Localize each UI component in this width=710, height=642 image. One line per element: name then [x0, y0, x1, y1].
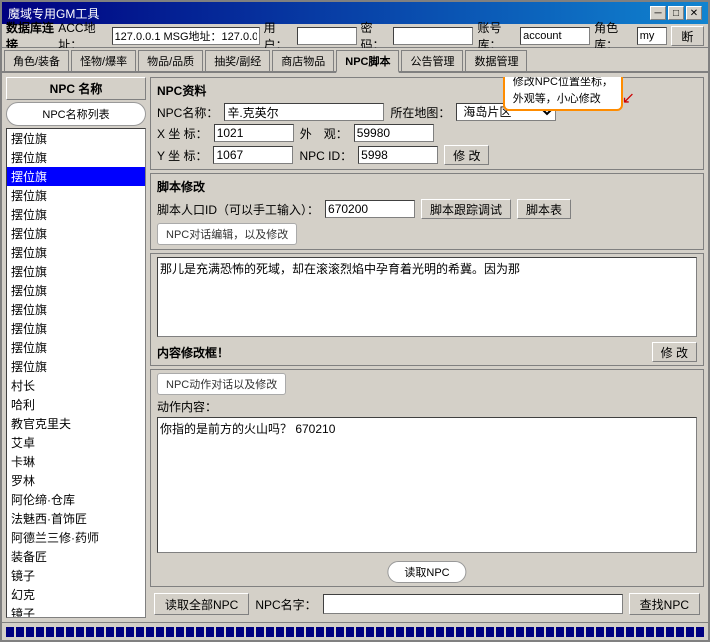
npc-list-panel: NPC 名称 NPC名称列表 摆位旗 摆位旗 摆位旗 摆位旗 摆位旗 摆位旗 摆… — [6, 77, 146, 618]
appearance-label: 外 观： — [300, 125, 348, 142]
npc-list-header: NPC 名称 — [6, 77, 146, 100]
npc-item[interactable]: 摆位旗 — [7, 224, 145, 243]
script-table-button[interactable]: 脚本表 — [517, 199, 571, 219]
account-input[interactable] — [520, 27, 590, 45]
disconnect-button[interactable]: 断开 — [671, 26, 704, 46]
tab-announcement[interactable]: 公告管理 — [401, 50, 463, 71]
npc-item[interactable]: 摆位旗 — [7, 186, 145, 205]
tab-shop[interactable]: 商店物品 — [272, 50, 334, 71]
npc-id-field[interactable] — [358, 146, 438, 164]
dialog-textarea[interactable]: 那儿是充满恐怖的死域，却在滚滚烈焰中孕育着光明的希冀。因为那 — [157, 257, 697, 337]
dialog-modify-button[interactable]: 修 改 — [652, 342, 697, 362]
npc-name-search-label: NPC名字： — [255, 596, 316, 613]
npc-item[interactable]: 镜子 — [7, 566, 145, 585]
npc-item[interactable]: 摆位旗 — [7, 338, 145, 357]
content-modify-row: 内容修改框！ 修 改 — [157, 342, 697, 362]
npc-name-search-input[interactable] — [323, 594, 623, 614]
npc-item[interactable]: 摆位旗 — [7, 205, 145, 224]
npc-info-modify-button[interactable]: 修 改 — [444, 145, 489, 165]
pwd-input[interactable] — [393, 27, 473, 45]
npc-item[interactable]: 教官克里夫 — [7, 414, 145, 433]
dialog-content-section: 那儿是充满恐怖的死域，却在滚滚烈焰中孕育着光明的希冀。因为那 内容修改框！ 修 … — [150, 253, 704, 366]
npc-item[interactable]: 村长 — [7, 376, 145, 395]
script-section-title: 脚本修改 — [157, 178, 697, 195]
appearance-field[interactable] — [354, 124, 434, 142]
action-label: 动作内容： — [157, 398, 697, 415]
npc-name-label: NPC名称： — [157, 104, 218, 121]
main-content: NPC 名称 NPC名称列表 摆位旗 摆位旗 摆位旗 摆位旗 摆位旗 摆位旗 摆… — [2, 73, 708, 622]
minimize-button[interactable]: ─ — [650, 6, 666, 20]
npc-y-row: Y 坐 标： NPC ID： 修 改 — [157, 145, 697, 165]
npc-item[interactable]: 哈利 — [7, 395, 145, 414]
bottom-bar: 读取全部NPC NPC名字： 查找NPC — [150, 590, 704, 618]
dialog-annotation: NPC对话编辑，以及修改 — [157, 223, 297, 245]
acc-input[interactable] — [112, 27, 260, 45]
title-bar-buttons: ─ □ ✕ — [650, 6, 702, 20]
action-annotation: NPC动作对话以及修改 — [157, 373, 286, 395]
y-label: Y 坐 标： — [157, 147, 207, 164]
npc-item[interactable]: 摆位旗 — [7, 243, 145, 262]
content-modify-label: 内容修改框！ — [157, 344, 229, 361]
status-progress — [6, 627, 704, 637]
status-bar — [2, 622, 708, 640]
npc-item[interactable]: 摆位旗 — [7, 167, 145, 186]
close-button[interactable]: ✕ — [686, 6, 702, 20]
npc-item[interactable]: 摆位旗 — [7, 357, 145, 376]
main-window: 魔域专用GM工具 ─ □ ✕ 数据库连接 ACC地址： 用户： 密码： 账号库：… — [0, 0, 710, 642]
npc-item[interactable]: 艾卓 — [7, 433, 145, 452]
tab-role-equipment[interactable]: 角色/装备 — [4, 50, 69, 71]
npc-position-annotation: 修改NPC位置坐标，外观等，小心修改 — [503, 77, 623, 111]
npc-list-annotation: NPC名称列表 — [6, 102, 146, 126]
npc-id-label: NPC ID： — [299, 147, 352, 164]
npc-item[interactable]: 摆位旗 — [7, 262, 145, 281]
tab-monster-drop[interactable]: 怪物/爆率 — [71, 50, 136, 71]
find-npc-button[interactable]: 查找NPC — [629, 593, 700, 615]
toolbar: 数据库连接 ACC地址： 用户： 密码： 账号库： 角色库： 断开 — [2, 24, 708, 48]
npc-list[interactable]: 摆位旗 摆位旗 摆位旗 摆位旗 摆位旗 摆位旗 摆位旗 摆位旗 摆位旗 摆位旗 … — [6, 128, 146, 618]
npc-item[interactable]: 摆位旗 — [7, 148, 145, 167]
action-header-row: NPC动作对话以及修改 — [157, 373, 697, 395]
script-debug-button[interactable]: 脚本跟踪调试 — [421, 199, 511, 219]
read-npc-annotation: 读取NPC — [387, 561, 466, 583]
tab-npc-script[interactable]: NPC脚本 — [336, 50, 399, 73]
read-all-npc-button[interactable]: 读取全部NPC — [154, 593, 249, 615]
script-section: 脚本修改 脚本人口ID（可以手工输入）： 脚本跟踪调试 脚本表 NPC对话编辑，… — [150, 173, 704, 250]
script-id-field[interactable] — [325, 200, 415, 218]
npc-item[interactable]: 幻克 — [7, 585, 145, 604]
read-npc-wrapper: 读取NPC — [157, 553, 697, 583]
tab-lottery[interactable]: 抽奖/副经 — [205, 50, 270, 71]
arrow-icon: ↙ — [622, 88, 635, 108]
maximize-button[interactable]: □ — [668, 6, 684, 20]
y-coord-field[interactable] — [213, 146, 293, 164]
role-input[interactable] — [637, 27, 667, 45]
map-label: 所在地图： — [390, 104, 450, 121]
npc-item[interactable]: 摆位旗 — [7, 129, 145, 148]
npc-item[interactable]: 阿伦缔·仓库 — [7, 490, 145, 509]
tab-item-quality[interactable]: 物品/品质 — [138, 50, 203, 71]
x-label: X 坐 标： — [157, 125, 208, 142]
npc-name-field[interactable] — [224, 103, 384, 121]
script-input-label: 脚本人口ID（可以手工输入）： — [157, 201, 319, 218]
script-input-row: 脚本人口ID（可以手工输入）： 脚本跟踪调试 脚本表 — [157, 199, 697, 219]
npc-info-section: NPC资料 修改NPC位置坐标，外观等，小心修改 ↙ NPC名称： 所在地图： … — [150, 77, 704, 170]
npc-item[interactable]: 阿德兰三修·药师 — [7, 528, 145, 547]
action-section: NPC动作对话以及修改 动作内容： 你指的是前方的火山吗？ 670210 读取N… — [150, 369, 704, 587]
npc-item[interactable]: 摆位旗 — [7, 319, 145, 338]
tab-bar: 角色/装备 怪物/爆率 物品/品质 抽奖/副经 商店物品 NPC脚本 公告管理 … — [2, 48, 708, 73]
npc-item[interactable]: 镜子 — [7, 604, 145, 618]
x-coord-field[interactable] — [214, 124, 294, 142]
npc-item[interactable]: 摆位旗 — [7, 300, 145, 319]
npc-x-row: X 坐 标： 外 观： — [157, 124, 697, 142]
npc-item[interactable]: 罗林 — [7, 471, 145, 490]
user-input[interactable] — [297, 27, 357, 45]
tab-data-management[interactable]: 数据管理 — [465, 50, 527, 71]
action-textarea[interactable]: 你指的是前方的火山吗？ 670210 — [157, 417, 697, 553]
npc-item[interactable]: 卡琳 — [7, 452, 145, 471]
npc-item[interactable]: 装备匠 — [7, 547, 145, 566]
npc-item[interactable]: 摆位旗 — [7, 281, 145, 300]
right-panel: NPC资料 修改NPC位置坐标，外观等，小心修改 ↙ NPC名称： 所在地图： … — [150, 77, 704, 618]
npc-item[interactable]: 法魅西·首饰匠 — [7, 509, 145, 528]
